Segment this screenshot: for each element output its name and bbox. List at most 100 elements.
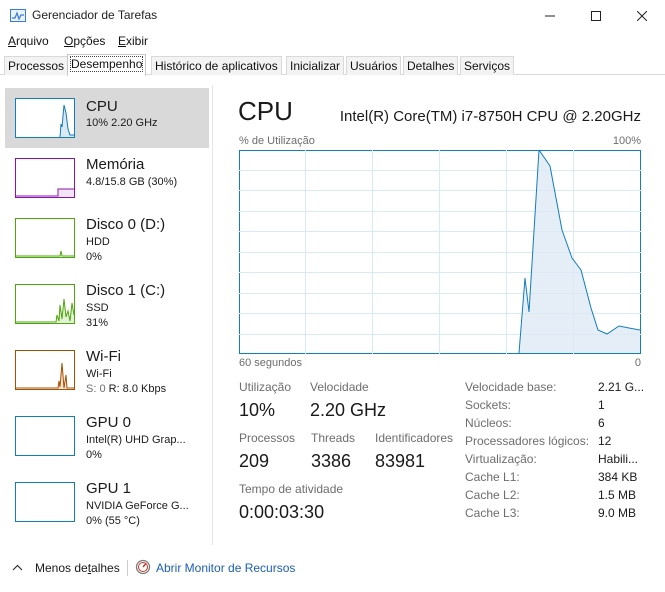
tab-label: Detalhes bbox=[407, 59, 455, 73]
resource-title: Wi-Fi bbox=[86, 348, 121, 365]
footer-bar: Menos detalhes Abrir Monitor de Recursos bbox=[0, 556, 665, 580]
resource-title: GPU 0 bbox=[86, 414, 132, 431]
open-resource-monitor-link[interactable]: Abrir Monitor de Recursos bbox=[156, 561, 295, 575]
virtualization-value: Habili... bbox=[598, 452, 639, 466]
tab-label: Processos bbox=[8, 59, 65, 73]
disk-0-thumbnail bbox=[15, 218, 75, 258]
resource-list: CPU 10% 2.20 GHz Memória 4.8/15.8 GB (30… bbox=[0, 85, 213, 545]
resource-subtitle: HDD bbox=[86, 236, 110, 248]
base-speed-value: 2.21 G... bbox=[598, 380, 645, 394]
menu-exibir-label: xibir bbox=[126, 34, 149, 48]
close-button[interactable] bbox=[619, 0, 665, 31]
tab-label: Inicializar bbox=[290, 59, 341, 73]
menu-opcoes-accel: O bbox=[64, 34, 74, 48]
accelerator-letter: t bbox=[87, 561, 92, 575]
cpu-utilization-graph bbox=[239, 148, 641, 354]
base-speed-label: Velocidade base: bbox=[465, 380, 557, 394]
window-title: Gerenciador de Tarefas bbox=[32, 8, 158, 22]
resource-usage: 0% (55 °C) bbox=[86, 515, 140, 527]
cache-l1-value: 384 KB bbox=[598, 470, 638, 484]
cpu-model-name: Intel(R) Core(TM) i7-8750H CPU @ 2.20GHz bbox=[339, 108, 641, 125]
page-title: CPU bbox=[238, 96, 293, 126]
cache-l1-label: Cache L1: bbox=[465, 470, 520, 484]
menu-opcoes[interactable]: Opções bbox=[64, 34, 105, 48]
threads-value: 3386 bbox=[311, 451, 352, 471]
utilization-label: Utilização bbox=[239, 380, 292, 394]
resource-title: Disco 1 (C:) bbox=[86, 282, 166, 299]
utilization-value: 10% bbox=[239, 400, 276, 420]
resource-monitor-icon[interactable] bbox=[135, 559, 151, 575]
resource-item-memory[interactable]: Memória 4.8/15.8 GB (30%) bbox=[5, 154, 209, 214]
virtualization-label: Virtualização: bbox=[465, 452, 537, 466]
resource-title: GPU 1 bbox=[86, 480, 132, 497]
resource-usage: 31% bbox=[86, 317, 109, 329]
resource-title: CPU bbox=[86, 98, 118, 115]
handles-label: Identificadores bbox=[375, 431, 454, 445]
tab-label: Serviços bbox=[464, 59, 511, 73]
resource-item-gpu-0[interactable]: GPU 0 Intel(R) UHD Grap... 0% bbox=[5, 412, 209, 472]
tab-historico-aplicativos[interactable]: Histórico de aplicativos bbox=[151, 56, 282, 75]
processes-label: Processos bbox=[239, 431, 296, 445]
handles-value: 83981 bbox=[375, 451, 426, 471]
graph-x-axis-label: 60 segundos bbox=[239, 357, 302, 369]
resource-subtitle: NVIDIA GeForce G... bbox=[86, 500, 189, 512]
tab-detalhes[interactable]: Detalhes bbox=[403, 56, 459, 75]
menu-opcoes-label: pções bbox=[73, 34, 106, 48]
tab-servicos[interactable]: Serviços bbox=[460, 56, 515, 75]
minimize-icon bbox=[545, 15, 555, 16]
graph-x-min-label: 0 bbox=[634, 357, 641, 369]
footer-divider bbox=[127, 560, 128, 576]
resource-item-disk-0[interactable]: Disco 0 (D:) HDD 0% bbox=[5, 214, 209, 274]
send-rate: S: 0 bbox=[86, 383, 109, 395]
sockets-label: Sockets: bbox=[465, 398, 512, 412]
resource-item-disk-1[interactable]: Disco 1 (C:) SSD 31% bbox=[5, 280, 209, 340]
resource-usage: 0% bbox=[86, 251, 102, 263]
resource-throughput: S: 0 R: 8.0 Kbps bbox=[86, 383, 166, 395]
cores-label: Núcleos: bbox=[465, 416, 512, 430]
tab-label: Desempenho bbox=[69, 56, 144, 72]
resource-subtitle: Wi-Fi bbox=[86, 368, 112, 380]
tab-strip: Processos Desempenho Histórico de aplica… bbox=[0, 53, 665, 76]
speed-value: 2.20 GHz bbox=[310, 400, 387, 420]
threads-label: Threads bbox=[311, 431, 356, 445]
chevron-up-icon[interactable] bbox=[12, 564, 23, 571]
logical-processors-label: Processadores lógicos: bbox=[465, 434, 590, 448]
resource-subtitle: 10% 2.20 GHz bbox=[86, 117, 158, 129]
cache-l2-label: Cache L2: bbox=[465, 488, 520, 502]
menu-arquivo-label: rquivo bbox=[16, 34, 49, 48]
maximize-button[interactable] bbox=[573, 0, 619, 31]
fewer-details-button[interactable]: Menos detalhes bbox=[35, 561, 120, 575]
resource-title: Disco 0 (D:) bbox=[86, 216, 166, 233]
cache-l3-value: 9.0 MB bbox=[598, 506, 637, 520]
graph-y-max-label: 100% bbox=[612, 135, 641, 147]
cache-l2-value: 1.5 MB bbox=[598, 488, 637, 502]
resource-subtitle: SSD bbox=[86, 302, 109, 314]
maximize-icon bbox=[591, 10, 601, 21]
tab-inicializar[interactable]: Inicializar bbox=[286, 56, 345, 75]
gpu-0-thumbnail bbox=[15, 416, 75, 456]
graph-y-axis-label: % de Utilização bbox=[239, 135, 315, 147]
tab-usuarios[interactable]: Usuários bbox=[346, 56, 402, 75]
resource-title: Memória bbox=[86, 156, 145, 173]
resource-usage: 0% bbox=[86, 449, 102, 461]
tab-desempenho[interactable]: Desempenho bbox=[67, 54, 147, 76]
wifi-thumbnail bbox=[15, 350, 75, 390]
receive-rate: R: 8.0 Kbps bbox=[108, 383, 167, 395]
minimize-button[interactable] bbox=[527, 0, 573, 31]
menu-arquivo[interactable]: Arquivo bbox=[8, 34, 49, 48]
cache-l3-label: Cache L3: bbox=[465, 506, 520, 520]
uptime-value: 0:00:03:30 bbox=[239, 502, 325, 522]
resource-item-gpu-1[interactable]: GPU 1 NVIDIA GeForce G... 0% (55 °C) bbox=[5, 478, 209, 538]
close-icon bbox=[637, 10, 647, 21]
menu-exibir-accel: E bbox=[118, 34, 127, 48]
menu-bar: Arquivo Opções Exibir bbox=[0, 31, 665, 53]
resource-item-wifi[interactable]: Wi-Fi Wi-Fi S: 0 R: 8.0 Kbps bbox=[5, 346, 209, 406]
tab-processos[interactable]: Processos bbox=[4, 56, 69, 75]
menu-exibir[interactable]: Exibir bbox=[118, 34, 148, 48]
resource-subtitle: 4.8/15.8 GB (30%) bbox=[86, 176, 178, 188]
disk-1-thumbnail bbox=[15, 284, 75, 324]
sockets-value: 1 bbox=[598, 398, 605, 412]
resource-item-cpu[interactable]: CPU 10% 2.20 GHz bbox=[5, 88, 209, 148]
menu-arquivo-accel: A bbox=[8, 34, 17, 48]
logical-processors-value: 12 bbox=[598, 434, 612, 448]
